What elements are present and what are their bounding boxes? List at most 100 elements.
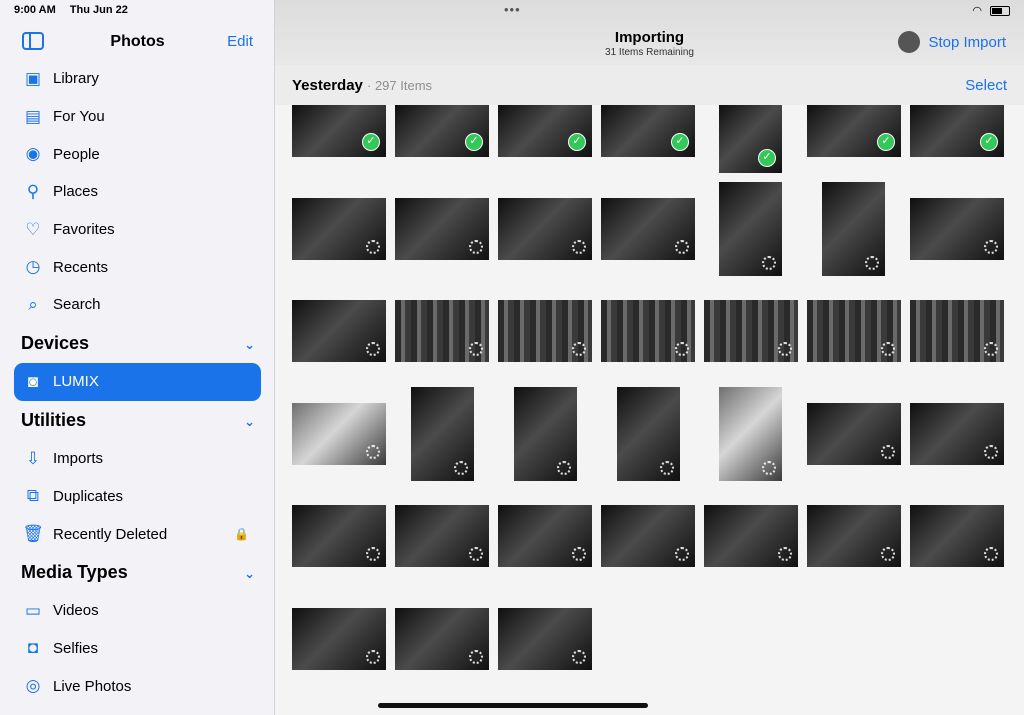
section-header: Yesterday · 297 Items Select [275, 65, 1024, 105]
sidebar-item-videos[interactable]: ▭ Videos [0, 592, 274, 630]
chevron-down-icon[interactable]: ⌄ [244, 337, 255, 353]
loading-spinner-icon [660, 461, 674, 475]
photo-thumbnail[interactable] [807, 403, 901, 465]
photo-thumbnail[interactable] [498, 300, 592, 362]
photo-thumbnail[interactable] [601, 505, 695, 567]
photo-thumbnail[interactable] [719, 182, 782, 276]
photo-thumbnail[interactable] [395, 608, 489, 670]
loading-spinner-icon [984, 547, 998, 561]
loading-spinner-icon [572, 650, 586, 664]
heart-icon: ♡ [25, 219, 41, 239]
photo-thumbnail[interactable] [498, 505, 592, 567]
sidebar-item-label: Imports [53, 450, 104, 468]
photo-thumbnail[interactable]: ✓ [395, 105, 489, 157]
sidebar-item-search[interactable]: ⌕ Search [0, 286, 274, 324]
section-utilities[interactable]: Utilities ⌄ [0, 401, 274, 440]
edit-button[interactable]: Edit [227, 33, 253, 50]
loading-spinner-icon [675, 240, 689, 254]
sidebar: 9:00 AM Thu Jun 22 Photos Edit ▣ Library… [0, 0, 275, 715]
loading-spinner-icon [469, 342, 483, 356]
photo-thumbnail[interactable] [704, 300, 798, 362]
photo-thumbnail[interactable] [910, 300, 1004, 362]
sidebar-list: ▣ Library ▤ For You ◉ People ⚲ Places ♡ … [0, 60, 274, 705]
photo-thumbnail[interactable] [498, 198, 592, 260]
photo-thumbnail[interactable]: ✓ [719, 105, 782, 173]
loading-spinner-icon [366, 445, 380, 459]
search-icon: ⌕ [28, 294, 38, 314]
photo-thumbnail[interactable] [411, 387, 474, 481]
section-utilities-label: Utilities [21, 409, 87, 430]
select-button[interactable]: Select [965, 77, 1007, 94]
section-title: Yesterday [292, 77, 363, 94]
sidebar-item-label: Library [53, 70, 99, 88]
sidebar-item-for-you[interactable]: ▤ For You [0, 98, 274, 136]
checkmark-icon: ✓ [362, 133, 380, 151]
sidebar-item-live-photos[interactable]: ◎ Live Photos [0, 667, 274, 705]
stop-import-button[interactable]: Stop Import [928, 34, 1006, 51]
sidebar-item-label: Recents [53, 258, 109, 276]
home-indicator[interactable] [378, 703, 648, 708]
photo-thumbnail[interactable] [704, 505, 798, 567]
loading-spinner-icon [557, 461, 571, 475]
photo-thumbnail[interactable] [910, 198, 1004, 260]
sidebar-item-recently-deleted[interactable]: 🗑 Recently Deleted 🔒 [0, 515, 274, 553]
loading-spinner-icon [572, 342, 586, 356]
sidebar-item-favorites[interactable]: ♡ Favorites [0, 211, 274, 249]
loading-spinner-icon [762, 256, 776, 270]
photo-thumbnail[interactable] [395, 300, 489, 362]
chevron-down-icon[interactable]: ⌄ [244, 414, 255, 430]
for-you-icon: ▤ [24, 106, 42, 126]
photo-thumbnail[interactable] [292, 505, 386, 567]
battery-icon [990, 5, 1010, 16]
photo-thumbnail[interactable] [910, 403, 1004, 465]
photo-thumbnail[interactable] [601, 198, 695, 260]
sidebar-item-imports[interactable]: ⇩ Imports [0, 440, 274, 478]
sidebar-item-selfies[interactable]: ◘ Selfies [0, 630, 274, 668]
library-icon: ▣ [24, 68, 42, 88]
stop-import-control[interactable]: Stop Import [898, 31, 1006, 53]
loading-spinner-icon [865, 256, 879, 270]
section-media-types[interactable]: Media Types ⌄ [0, 553, 274, 592]
photo-thumbnail[interactable]: ✓ [601, 105, 695, 157]
photo-thumbnail[interactable] [910, 505, 1004, 567]
section-devices[interactable]: Devices ⌄ [0, 324, 274, 363]
lock-icon: 🔒 [234, 527, 249, 542]
photo-thumbnail[interactable] [395, 505, 489, 567]
sidebar-item-label: Search [53, 296, 101, 314]
photo-thumbnail[interactable] [292, 198, 386, 260]
sidebar-item-people[interactable]: ◉ People [0, 135, 274, 173]
photo-thumbnail[interactable] [807, 505, 901, 567]
photo-thumbnail[interactable] [395, 198, 489, 260]
photo-thumbnail[interactable]: ✓ [910, 105, 1004, 157]
sidebar-item-places[interactable]: ⚲ Places [0, 173, 274, 211]
photo-thumbnail[interactable] [719, 387, 782, 481]
loading-spinner-icon [881, 547, 895, 561]
sidebar-item-duplicates[interactable]: ⧉ Duplicates [0, 478, 274, 516]
photo-thumbnail[interactable] [292, 300, 386, 362]
loading-spinner-icon [469, 240, 483, 254]
photo-thumbnail[interactable] [601, 300, 695, 362]
photo-thumbnail[interactable] [514, 387, 577, 481]
sidebar-item-lumix[interactable]: ◙ LUMIX [14, 362, 261, 401]
loading-spinner-icon [984, 240, 998, 254]
photo-thumbnail[interactable]: ✓ [292, 105, 386, 157]
chevron-down-icon[interactable]: ⌄ [244, 566, 255, 582]
photo-thumbnail[interactable] [822, 182, 885, 276]
progress-icon [898, 31, 921, 53]
multitasking-dots-icon[interactable]: ••• [504, 2, 521, 17]
video-icon: ▭ [24, 600, 42, 620]
photo-thumbnail[interactable] [292, 608, 386, 670]
loading-spinner-icon [366, 240, 380, 254]
photo-thumbnail[interactable]: ✓ [807, 105, 901, 157]
photo-thumbnail[interactable] [617, 387, 680, 481]
photo-thumbnail[interactable]: ✓ [498, 105, 592, 157]
photo-thumbnail[interactable] [498, 608, 592, 670]
loading-spinner-icon [762, 461, 776, 475]
loading-spinner-icon [469, 547, 483, 561]
photo-thumbnail[interactable] [807, 300, 901, 362]
sidebar-item-label: Recently Deleted [53, 525, 168, 543]
sidebar-item-library[interactable]: ▣ Library [0, 60, 274, 98]
section-devices-label: Devices [21, 332, 90, 353]
photo-thumbnail[interactable] [292, 403, 386, 465]
sidebar-item-recents[interactable]: ◷ Recents [0, 248, 274, 286]
